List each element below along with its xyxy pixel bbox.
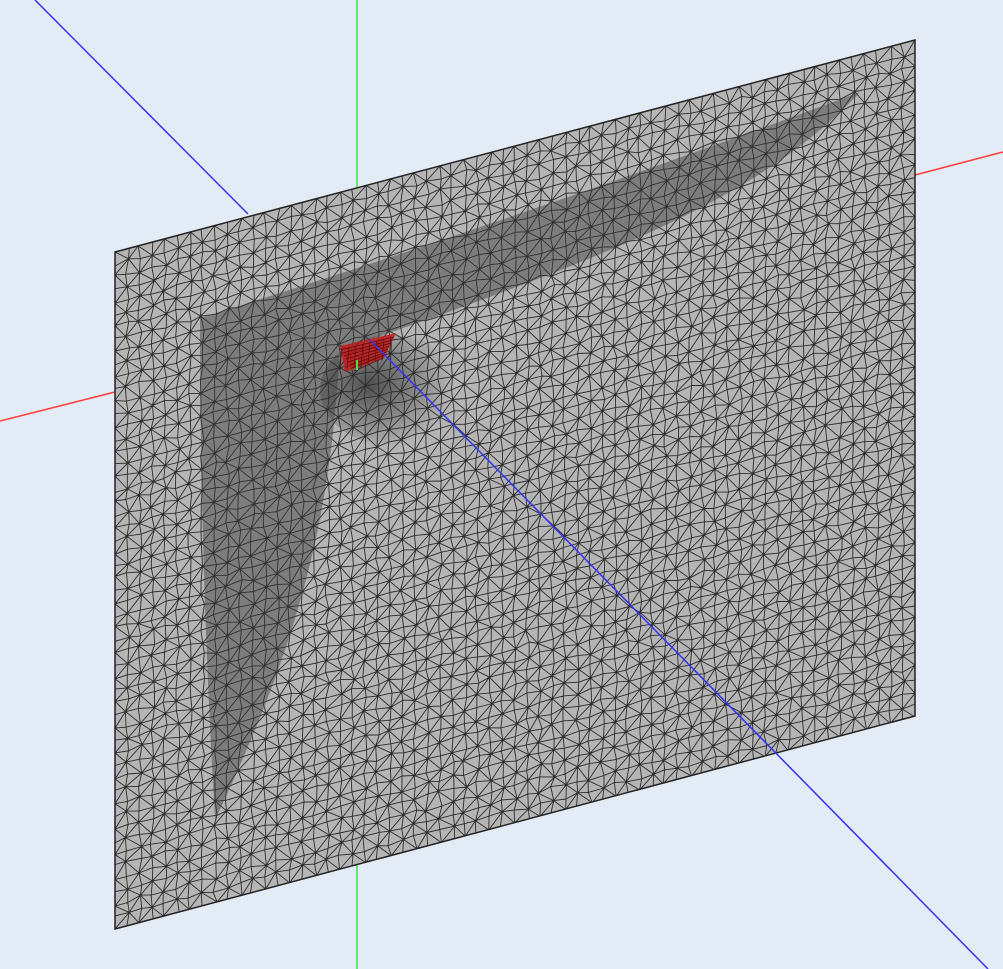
z-axis-line xyxy=(34,0,249,215)
x-axis-line xyxy=(914,151,1003,176)
x-axis-line xyxy=(0,391,116,422)
mesh-surface[interactable] xyxy=(115,40,915,929)
scene-canvas[interactable] xyxy=(0,0,1003,969)
3d-viewport[interactable] xyxy=(0,0,1003,969)
